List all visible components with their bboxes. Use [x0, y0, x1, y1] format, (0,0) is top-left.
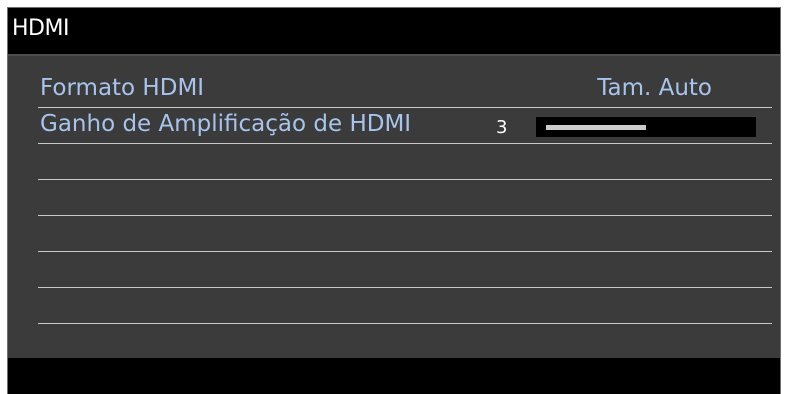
- osd-menu-panel: HDMI Formato HDMI Tam. Auto Ganho de Amp…: [7, 7, 781, 394]
- hdmi-format-value[interactable]: Tam. Auto: [597, 75, 712, 101]
- menu-item-empty: [38, 215, 772, 252]
- menu-item-empty: [38, 287, 772, 324]
- hdmi-format-label: Formato HDMI: [40, 75, 205, 101]
- menu-item-hdmi-format[interactable]: Formato HDMI Tam. Auto: [38, 71, 772, 108]
- footer-bar: [8, 358, 780, 394]
- menu-item-empty: [38, 143, 772, 180]
- title-bar: HDMI: [8, 8, 780, 56]
- menu-item-hdmi-gain[interactable]: Ganho de Amplificação de HDMI 3: [38, 107, 772, 144]
- hdmi-gain-slider-fill: [546, 125, 646, 130]
- menu-item-empty: [38, 179, 772, 216]
- hdmi-gain-slider[interactable]: [536, 117, 756, 137]
- menu-title: HDMI: [12, 16, 69, 41]
- hdmi-gain-label: Ganho de Amplificação de HDMI: [40, 111, 412, 137]
- menu-item-empty: [38, 251, 772, 288]
- hdmi-gain-value: 3: [496, 117, 508, 138]
